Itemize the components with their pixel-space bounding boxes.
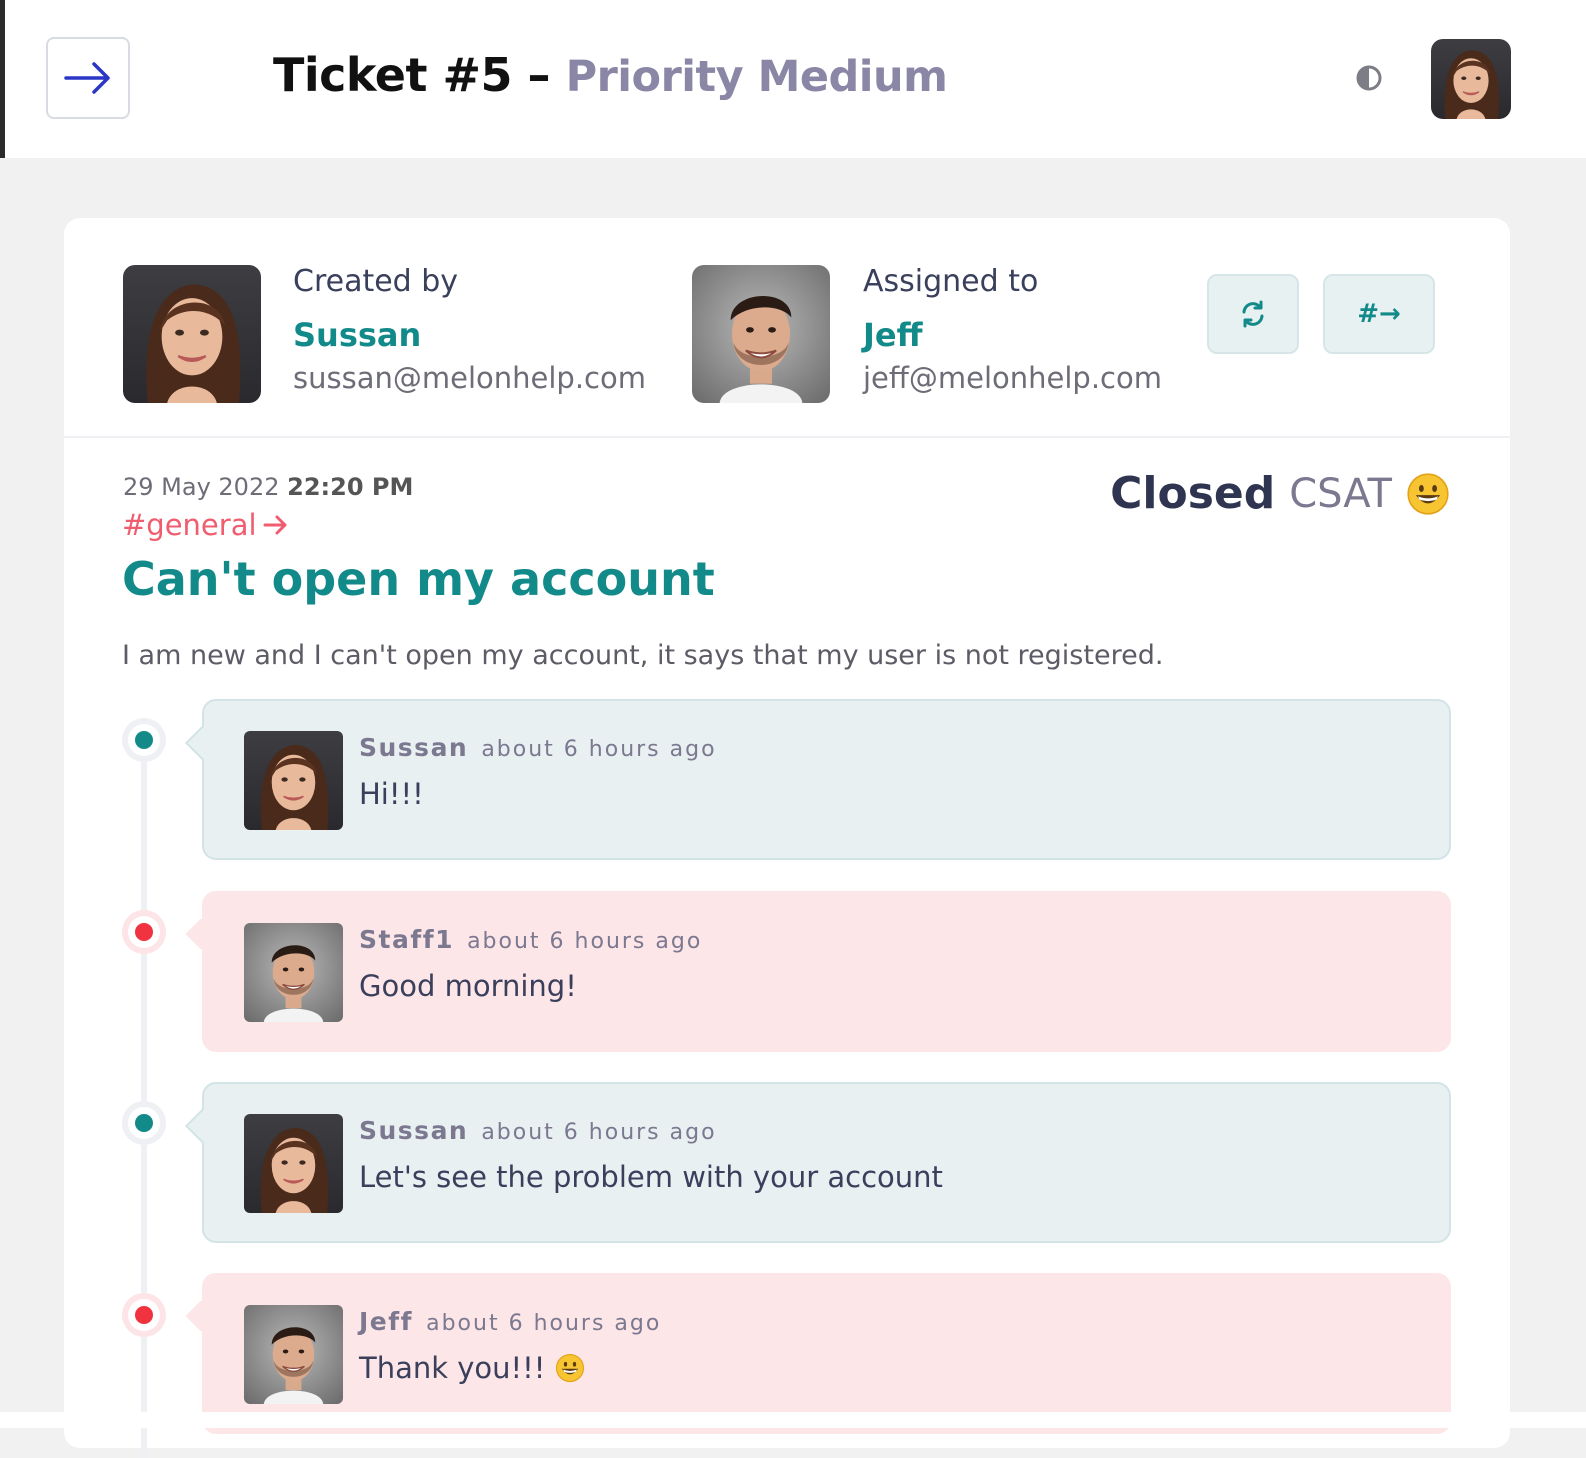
theme-toggle-button[interactable] <box>1355 64 1383 92</box>
page-title: Ticket #5 – Priority Medium <box>273 48 948 102</box>
assignee-name[interactable]: Jeff <box>863 316 923 354</box>
creator-email: sussan@melonhelp.com <box>293 361 646 395</box>
message-body: Thank you!!! <box>359 1351 546 1385</box>
message-text: Good morning! <box>359 969 577 1003</box>
message-item: Sussan about 6 hours ago Let's see the p… <box>202 1082 1451 1243</box>
message-time: about 6 hours ago <box>481 1120 717 1145</box>
message-header: Sussan about 6 hours ago <box>359 733 717 762</box>
csat-label: CSAT <box>1289 470 1392 517</box>
priority-label: Priority Medium <box>565 52 948 102</box>
refresh-icon <box>1242 300 1264 328</box>
ticket-card: Created by Sussan sussan@melonhelp.com A… <box>64 218 1510 1458</box>
message-author: Sussan <box>359 1116 469 1145</box>
message-avatar <box>244 923 343 1022</box>
message-author: Jeff <box>359 1307 414 1336</box>
message-body: Let's see the problem with your account <box>359 1160 943 1194</box>
timeline-dot <box>122 718 166 762</box>
message-author: Sussan <box>359 733 469 762</box>
toggle-sidebar-button[interactable] <box>46 37 130 119</box>
channel-tag: #general <box>122 508 257 542</box>
message-time: about 6 hours ago <box>426 1311 662 1336</box>
message-item: Jeff about 6 hours ago Thank you!!! <box>202 1273 1451 1434</box>
title-separator: – <box>527 48 551 102</box>
message-avatar <box>244 1114 343 1213</box>
channel-link[interactable]: #general <box>122 508 289 542</box>
ticket-number: Ticket #5 <box>273 48 513 102</box>
message-body: Hi!!! <box>359 777 424 811</box>
creator-avatar <box>123 265 261 403</box>
ticket-subject: Can't open my account <box>122 552 715 606</box>
user-avatar[interactable] <box>1431 39 1511 119</box>
message-time: about 6 hours ago <box>467 929 703 954</box>
user-avatar-image <box>1431 39 1511 119</box>
ticket-description: I am new and I can't open my account, it… <box>122 640 1164 671</box>
ticket-status: Closed CSAT <box>1110 468 1450 519</box>
smiley-emoji-icon <box>555 1353 585 1383</box>
message-avatar <box>244 1305 343 1404</box>
refresh-button[interactable] <box>1207 274 1299 354</box>
timeline-dot <box>122 1293 166 1337</box>
message-author: Staff1 <box>359 925 454 954</box>
message-text: Let's see the problem with your account <box>359 1160 943 1194</box>
message-text: Hi!!! <box>359 777 424 811</box>
top-bar: Ticket #5 – Priority Medium <box>5 0 1586 158</box>
timeline-dot <box>122 910 166 954</box>
message-header: Sussan about 6 hours ago <box>359 1116 717 1145</box>
date-value: 29 May 2022 <box>123 473 280 501</box>
assigned-to-label: Assigned to <box>863 264 1039 299</box>
message-item: Sussan about 6 hours ago Hi!!! <box>202 699 1451 860</box>
message-text: Thank you!!! <box>359 1351 585 1385</box>
smiley-emoji-icon <box>1406 472 1450 516</box>
ticket-date: 29 May 2022 22:20 PM <box>123 473 413 501</box>
message-header: Jeff about 6 hours ago <box>359 1307 661 1336</box>
assignee-email: jeff@melonhelp.com <box>863 361 1162 395</box>
status-badge: Closed <box>1110 468 1276 519</box>
arrow-right-icon <box>263 515 287 535</box>
creator-name[interactable]: Sussan <box>293 316 421 354</box>
assignee-avatar <box>692 265 830 403</box>
created-by-label: Created by <box>293 264 459 299</box>
section-divider <box>64 436 1510 438</box>
time-value: 22:20 PM <box>287 473 414 501</box>
change-channel-button[interactable]: #→ <box>1323 274 1435 354</box>
message-body: Good morning! <box>359 969 577 1003</box>
message-avatar <box>244 731 343 830</box>
message-header: Staff1 about 6 hours ago <box>359 925 702 954</box>
timeline-dot <box>122 1101 166 1145</box>
contrast-icon <box>1356 65 1382 91</box>
bottom-edge <box>0 1412 1586 1428</box>
message-item: Staff1 about 6 hours ago Good morning! <box>202 891 1451 1052</box>
timeline-line <box>141 738 147 1458</box>
menu-arrow-icon <box>64 62 110 94</box>
message-time: about 6 hours ago <box>481 737 717 762</box>
